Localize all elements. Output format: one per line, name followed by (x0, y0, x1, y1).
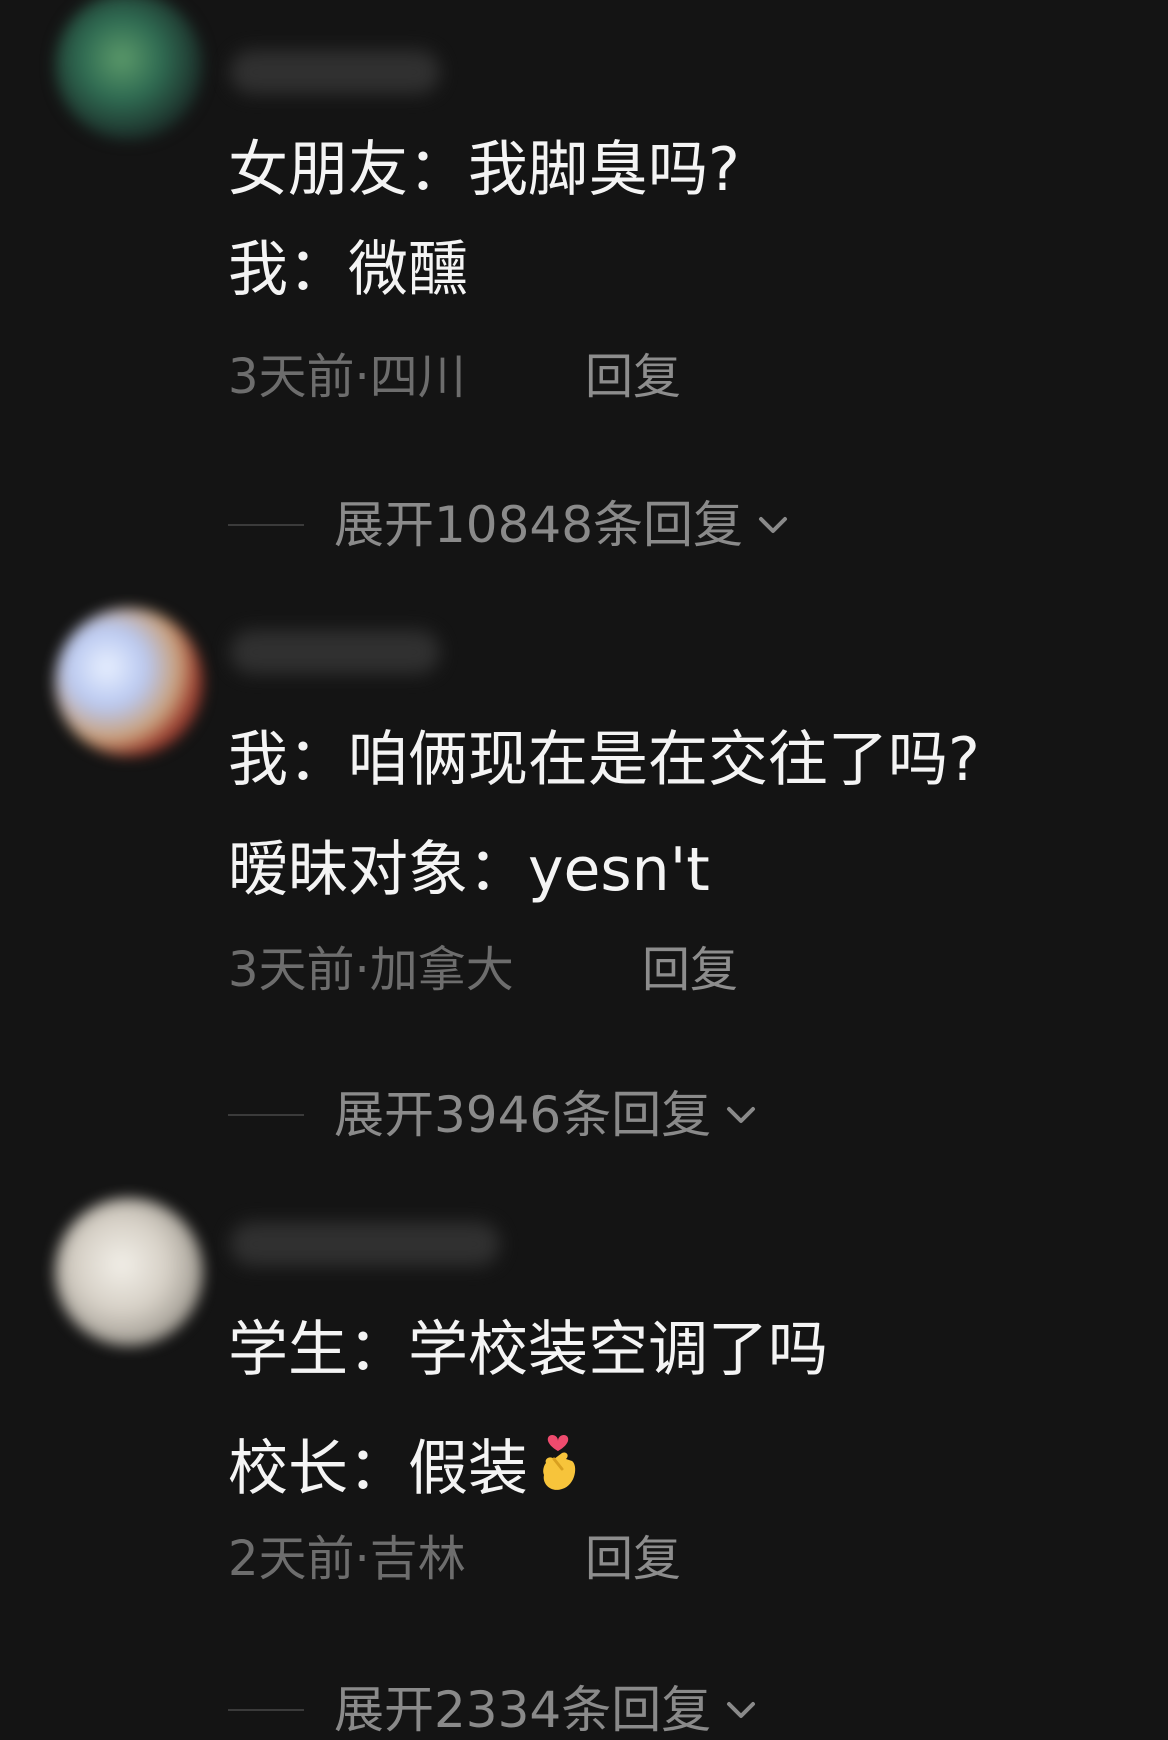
username-blurred[interactable] (230, 50, 440, 94)
comment-line-1: 学生：学校装空调了吗 (228, 1315, 828, 1385)
reply-button[interactable]: 回复 (585, 353, 681, 401)
comment-meta: 3天前·四川 (228, 349, 466, 405)
comment-line-2-text: 校长：假装 (228, 1434, 528, 1504)
expand-replies-button[interactable]: 展开3946条回复 (228, 1085, 761, 1145)
divider (228, 1114, 304, 1116)
username-blurred[interactable] (230, 1222, 500, 1266)
reply-button[interactable]: 回复 (585, 1535, 681, 1583)
comment-line-2: 暧昧对象：yesn't (228, 835, 710, 905)
expand-replies-button[interactable]: 展开10848条回复 (228, 495, 793, 555)
divider (228, 524, 304, 526)
divider (228, 1709, 304, 1711)
comment-meta: 2天前·吉林 (228, 1531, 466, 1587)
username-blurred[interactable] (230, 630, 440, 674)
avatar[interactable] (55, 1198, 203, 1346)
avatar[interactable] (55, 608, 203, 756)
comment-line-1: 我：咱俩现在是在交往了吗? (228, 725, 980, 795)
chevron-down-icon (759, 517, 788, 533)
chevron-down-icon (727, 1702, 756, 1718)
expand-replies-label: 展开10848条回复 (334, 496, 744, 554)
expand-replies-label: 展开2334条回复 (334, 1681, 712, 1739)
comment-line-2: 校长：假装 (228, 1425, 584, 1499)
chevron-down-icon (727, 1107, 756, 1123)
finger-heart-emoji-icon (543, 1435, 576, 1490)
comment-line-1: 女朋友：我脚臭吗? (228, 135, 740, 205)
comment-meta: 3天前·加拿大 (228, 942, 514, 998)
reply-button[interactable]: 回复 (642, 946, 738, 994)
expand-replies-button[interactable]: 展开2334条回复 (228, 1680, 761, 1740)
comment-line-2: 我：微醺 (228, 235, 468, 305)
expand-replies-label: 展开3946条回复 (334, 1086, 712, 1144)
avatar[interactable] (55, 0, 203, 140)
